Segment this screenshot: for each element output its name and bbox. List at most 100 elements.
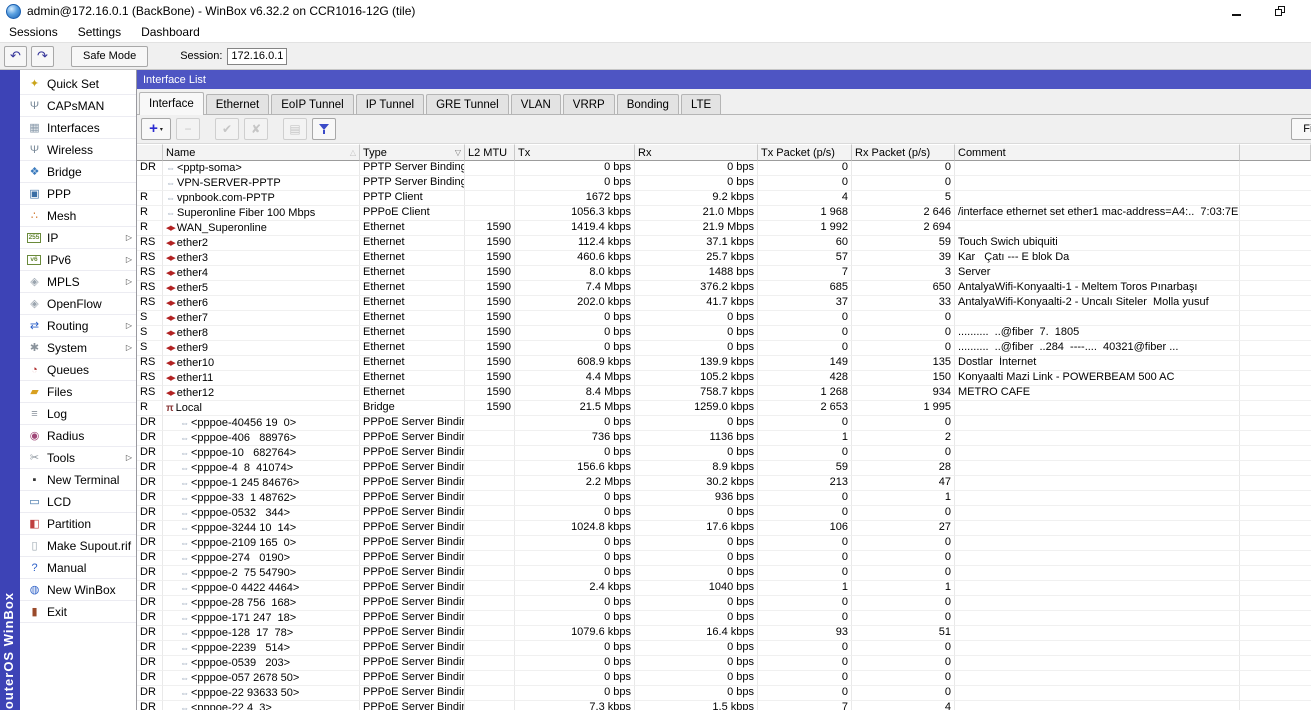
tab-vlan[interactable]: VLAN [511,94,561,114]
sidebar-item-log[interactable]: ≡Log [20,403,136,425]
table-row[interactable]: DR⇔<pppoe-33 1 48762>PPPoE Server Bindin… [137,491,1311,506]
sidebar-item-capsman[interactable]: ΨCAPsMAN [20,95,136,117]
sidebar-item-bridge[interactable]: ❖Bridge [20,161,136,183]
type-cell: PPPoE Server Binding [360,476,465,491]
sidebar-item-label: Tools [47,451,75,465]
table-row[interactable]: S◀▶ether9Ethernet15900 bps0 bps00.......… [137,341,1311,356]
table-row[interactable]: RS◀▶ether10Ethernet1590608.9 kbps139.9 k… [137,356,1311,371]
table-row[interactable]: RS◀▶ether6Ethernet1590202.0 kbps41.7 kbp… [137,296,1311,311]
sidebar-item-radius[interactable]: ◉Radius [20,425,136,447]
comment-button[interactable]: ▤ [283,118,307,140]
l2mtu-cell: 1590 [465,251,515,266]
menu-sessions[interactable]: Sessions [9,25,58,39]
table-row[interactable]: RS◀▶ether5Ethernet15907.4 Mbps376.2 kbps… [137,281,1311,296]
table-row[interactable]: RS◀▶ether4Ethernet15908.0 kbps1488 bps73… [137,266,1311,281]
safe-mode-button[interactable]: Safe Mode [71,46,148,67]
table-row[interactable]: S◀▶ether7Ethernet15900 bps0 bps00 [137,311,1311,326]
table-row[interactable]: R⇔Superonline Fiber 100 MbpsPPPoE Client… [137,206,1311,221]
column-header-type[interactable]: Type▽ [360,144,465,161]
column-header-tx[interactable]: Tx [515,144,635,161]
sidebar-item-mesh[interactable]: ∴Mesh [20,205,136,227]
table-row[interactable]: S◀▶ether8Ethernet15900 bps0 bps00.......… [137,326,1311,341]
menu-settings[interactable]: Settings [78,25,121,39]
table-row[interactable]: DR⇔<pppoe-128 17 78>PPPoE Server Binding… [137,626,1311,641]
table-row[interactable]: ⇔VPN-SERVER-PPTPPPTP Server Binding0 bps… [137,176,1311,191]
table-row[interactable]: R⇔vpnbook.com-PPTPPPTP Client1672 bps9.2… [137,191,1311,206]
table-row[interactable]: DR⇔<pppoe-4 8 41074>PPPoE Server Binding… [137,461,1311,476]
tab-interface[interactable]: Interface [139,92,204,115]
table-row[interactable]: RS◀▶ether12Ethernet15908.4 Mbps758.7 kbp… [137,386,1311,401]
comment-cell: Kar Çatı --- E blok Da [955,251,1240,266]
sidebar-item-manual[interactable]: ?Manual [20,557,136,579]
sidebar-item-ppp[interactable]: ▣PPP [20,183,136,205]
sidebar-item-tools[interactable]: ✂Tools▷ [20,447,136,469]
restore-button[interactable] [1271,4,1289,18]
menu-dashboard[interactable]: Dashboard [141,25,200,39]
table-row[interactable]: DR⇔<pppoe-10 682764>PPPoE Server Binding… [137,446,1311,461]
table-row[interactable]: DR⇔<pppoe-0539 203>PPPoE Server Binding0… [137,656,1311,671]
sidebar-item-openflow[interactable]: ◈OpenFlow [20,293,136,315]
sidebar-item-ip[interactable]: 255IP▷ [20,227,136,249]
table-row[interactable]: DR⇔<pppoe-2239 514>PPPoE Server Binding0… [137,641,1311,656]
enable-button[interactable]: ✔ [215,118,239,140]
table-row[interactable]: DR⇔<pppoe-2109 165 0>PPPoE Server Bindin… [137,536,1311,551]
filter-button[interactable] [312,118,336,140]
column-header-name[interactable]: Name△ [163,144,360,161]
session-input[interactable] [227,48,287,65]
sidebar-item-wireless[interactable]: ΨWireless [20,139,136,161]
sidebar-item-interfaces[interactable]: ▦Interfaces [20,117,136,139]
table-row[interactable]: DR⇔<pppoe-40456 19 0>PPPoE Server Bindin… [137,416,1311,431]
sidebar-item-lcd[interactable]: ▭LCD [20,491,136,513]
sidebar-item-quick-set[interactable]: ✦Quick Set [20,73,136,95]
tab-ethernet[interactable]: Ethernet [206,94,269,114]
table-row[interactable]: DR⇔<pppoe-22 93633 50>PPPoE Server Bindi… [137,686,1311,701]
table-row[interactable]: DR⇔<pppoe-28 756 168>PPPoE Server Bindin… [137,596,1311,611]
tab-eoip-tunnel[interactable]: EoIP Tunnel [271,94,353,114]
undo-button[interactable]: ↶ [4,46,27,67]
table-row[interactable]: RπLocalBridge159021.5 Mbps1259.0 kbps2 6… [137,401,1311,416]
tab-gre-tunnel[interactable]: GRE Tunnel [426,94,509,114]
table-row[interactable]: R◀▶WAN_SuperonlineEthernet15901419.4 kbp… [137,221,1311,236]
sidebar-item-mpls[interactable]: ◈MPLS▷ [20,271,136,293]
tab-lte[interactable]: LTE [681,94,721,114]
tab-bonding[interactable]: Bonding [617,94,679,114]
add-button[interactable]: +▾ [141,118,171,140]
remove-button[interactable]: − [176,118,200,140]
table-row[interactable]: DR⇔<pppoe-0532 344>PPPoE Server Binding0… [137,506,1311,521]
table-row[interactable]: DR⇔<pppoe-0 4422 4464>PPPoE Server Bindi… [137,581,1311,596]
table-row[interactable]: DR⇔<pppoe-22 4 3>PPPoE Server Binding7.3… [137,701,1311,710]
sidebar-item-exit[interactable]: ▮Exit [20,601,136,623]
table-row[interactable]: DR⇔<pppoe-2 75 54790>PPPoE Server Bindin… [137,566,1311,581]
sidebar-item-files[interactable]: ▰Files [20,381,136,403]
column-header-rx-packet-p-s[interactable]: Rx Packet (p/s) [852,144,955,161]
sidebar-item-new-winbox[interactable]: ◍New WinBox [20,579,136,601]
redo-button[interactable]: ↷ [31,46,54,67]
minimize-button[interactable] [1227,4,1245,18]
column-header-l2-mtu[interactable]: L2 MTU [465,144,515,161]
table-row[interactable]: RS◀▶ether11Ethernet15904.4 Mbps105.2 kbp… [137,371,1311,386]
tab-ip-tunnel[interactable]: IP Tunnel [356,94,424,114]
table-row[interactable]: DR⇔<pppoe-406 88976>PPPoE Server Binding… [137,431,1311,446]
sidebar-item-routing[interactable]: ⇄Routing▷ [20,315,136,337]
table-row[interactable]: DR⇔<pptp-soma>PPTP Server Binding0 bps0 … [137,161,1311,176]
disable-button[interactable]: ✘ [244,118,268,140]
sidebar-item-ipv6[interactable]: v6IPv6▷ [20,249,136,271]
table-row[interactable]: DR⇔<pppoe-274 0190>PPPoE Server Binding0… [137,551,1311,566]
find-button[interactable]: Find [1291,118,1311,140]
sidebar-item-make-supout-rif[interactable]: ▯Make Supout.rif [20,535,136,557]
column-header-tx-packet-p-s[interactable]: Tx Packet (p/s) [758,144,852,161]
tab-vrrp[interactable]: VRRP [563,94,615,114]
table-row[interactable]: DR⇔<pppoe-171 247 18>PPPoE Server Bindin… [137,611,1311,626]
column-header-rx[interactable]: Rx [635,144,758,161]
sidebar-item-queues[interactable]: ◔Queues [20,359,136,381]
table-row[interactable]: RS◀▶ether2Ethernet1590112.4 kbps37.1 kbp… [137,236,1311,251]
sidebar-item-system[interactable]: ✱System▷ [20,337,136,359]
sidebar-item-partition[interactable]: ◧Partition [20,513,136,535]
sidebar-item-new-terminal[interactable]: ▪New Terminal [20,469,136,491]
comment-cell: Dostlar İnternet [955,356,1240,371]
table-row[interactable]: DR⇔<pppoe-3244 10 14>PPPoE Server Bindin… [137,521,1311,536]
table-row[interactable]: DR⇔<pppoe-057 2678 50>PPPoE Server Bindi… [137,671,1311,686]
column-header-comment[interactable]: Comment [955,144,1240,161]
table-row[interactable]: DR⇔<pppoe-1 245 84676>PPPoE Server Bindi… [137,476,1311,491]
table-row[interactable]: RS◀▶ether3Ethernet1590460.6 kbps25.7 kbp… [137,251,1311,266]
